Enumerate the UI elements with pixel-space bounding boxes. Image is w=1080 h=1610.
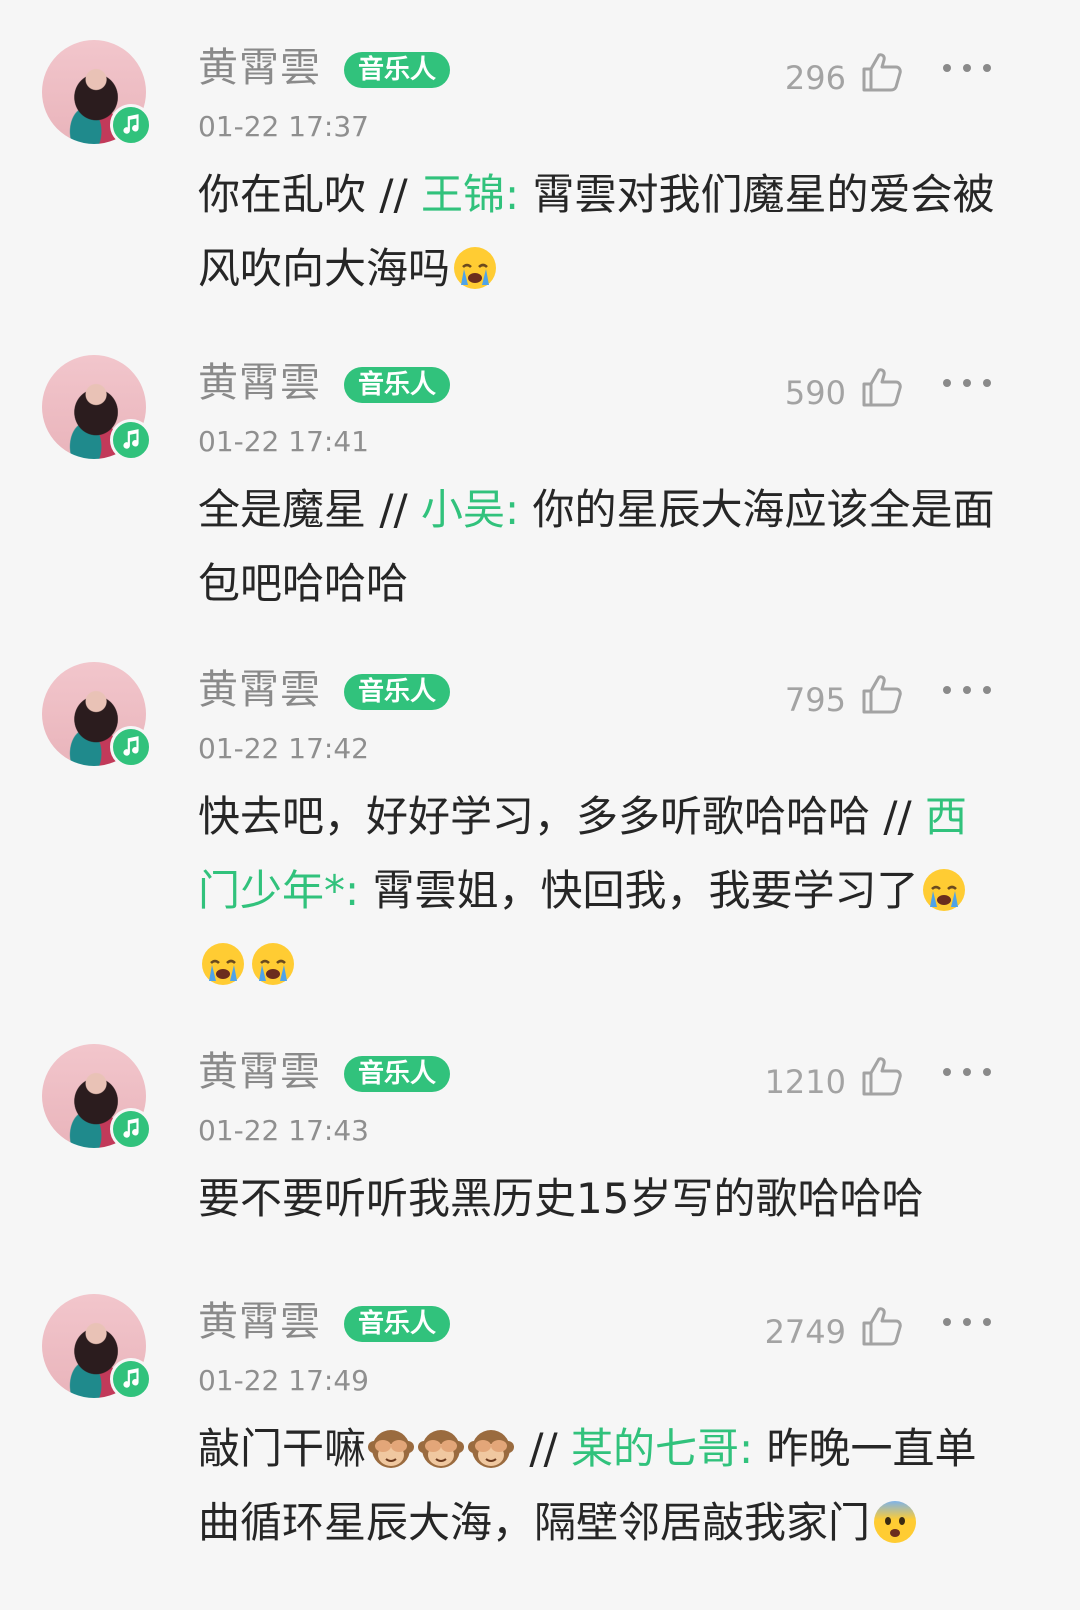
thumbs-up-icon[interactable]: [860, 1054, 904, 1098]
user-name[interactable]: 黄霄雲: [198, 44, 321, 92]
thumbs-up-icon[interactable]: [860, 672, 904, 716]
avatar[interactable]: [42, 355, 152, 463]
reply-text: 敲门干嘛: [198, 1424, 367, 1473]
avatar[interactable]: [42, 662, 152, 770]
comment-content: 全是魔星 // 小吴: 你的星辰大海应该全是面包吧哈哈哈: [198, 473, 1008, 621]
quoted-text: 霄雲姐，快回我，我要学习了: [359, 866, 919, 915]
like-count: 2749: [764, 1313, 846, 1351]
music-note-icon: [110, 1358, 152, 1400]
more-options-icon[interactable]: [940, 58, 994, 78]
see-no-evil-monkey-icon: [368, 1430, 415, 1468]
user-name[interactable]: 黄霄雲: [198, 359, 321, 407]
see-no-evil-monkey-icon: [418, 1430, 465, 1468]
music-note-icon: [110, 104, 152, 146]
reply-separator: //: [516, 1424, 572, 1473]
user-name[interactable]: 黄霄雲: [198, 666, 321, 714]
mention-user[interactable]: 某的七哥:: [571, 1424, 753, 1473]
thumbs-up-icon[interactable]: [860, 365, 904, 409]
see-no-evil-monkey-icon: [468, 1430, 515, 1468]
comment-time: 01-22 17:41: [198, 425, 369, 458]
avatar[interactable]: [42, 40, 152, 148]
crying-face-icon: [202, 943, 244, 985]
more-options-icon[interactable]: [940, 1312, 994, 1332]
music-note-icon: [110, 1108, 152, 1150]
more-options-icon[interactable]: [940, 1062, 994, 1082]
like-count: 590: [784, 374, 846, 412]
comment-content: 要不要听听我黑历史15岁写的歌哈哈哈: [198, 1162, 1008, 1236]
musician-badge: 音乐人: [344, 1056, 451, 1092]
thumbs-up-icon[interactable]: [860, 1304, 904, 1348]
reply-text: 你在乱吹 //: [198, 170, 422, 219]
comment-time: 01-22 17:42: [198, 732, 369, 765]
like-count: 1210: [764, 1063, 846, 1101]
user-name[interactable]: 黄霄雲: [198, 1048, 321, 1096]
crying-face-icon: [922, 869, 965, 911]
like-count: 296: [784, 59, 846, 97]
crying-face-icon: [454, 247, 497, 289]
musician-badge: 音乐人: [344, 52, 451, 88]
thumbs-up-icon[interactable]: [860, 50, 904, 94]
musician-badge: 音乐人: [344, 674, 451, 710]
reply-text: 快去吧，好好学习，多多听歌哈哈哈 //: [198, 792, 926, 841]
comment-content: 你在乱吹 // 王锦: 霄雲对我们魔星的爱会被风吹向大海吗: [198, 158, 1008, 306]
avatar[interactable]: [42, 1044, 152, 1152]
musician-badge: 音乐人: [344, 1306, 451, 1342]
avatar[interactable]: [42, 1294, 152, 1402]
comment-time: 01-22 17:43: [198, 1114, 369, 1147]
musician-badge: 音乐人: [344, 367, 451, 403]
like-count: 795: [784, 681, 846, 719]
anxious-face-icon: [874, 1501, 917, 1543]
reply-text: 全是魔星 //: [198, 485, 422, 534]
music-note-icon: [110, 419, 152, 461]
music-note-icon: [110, 726, 152, 768]
comment-content: 敲门干嘛 // 某的七哥: 昨晚一直单曲循环星辰大海，隔壁邻居敲我家门: [198, 1412, 1008, 1560]
user-name[interactable]: 黄霄雲: [198, 1298, 321, 1346]
more-options-icon[interactable]: [940, 680, 994, 700]
comment-content: 快去吧，好好学习，多多听歌哈哈哈 // 西门少年*: 霄雲姐，快回我，我要学习了: [198, 780, 1008, 1002]
mention-user[interactable]: 小吴:: [421, 485, 519, 534]
mention-user[interactable]: 王锦:: [421, 170, 519, 219]
comment-time: 01-22 17:37: [198, 110, 369, 143]
reply-text: 要不要听听我黑历史15岁写的歌哈哈哈: [198, 1174, 924, 1223]
more-options-icon[interactable]: [940, 373, 994, 393]
crying-face-icon: [252, 943, 294, 985]
comment-time: 01-22 17:49: [198, 1364, 369, 1397]
